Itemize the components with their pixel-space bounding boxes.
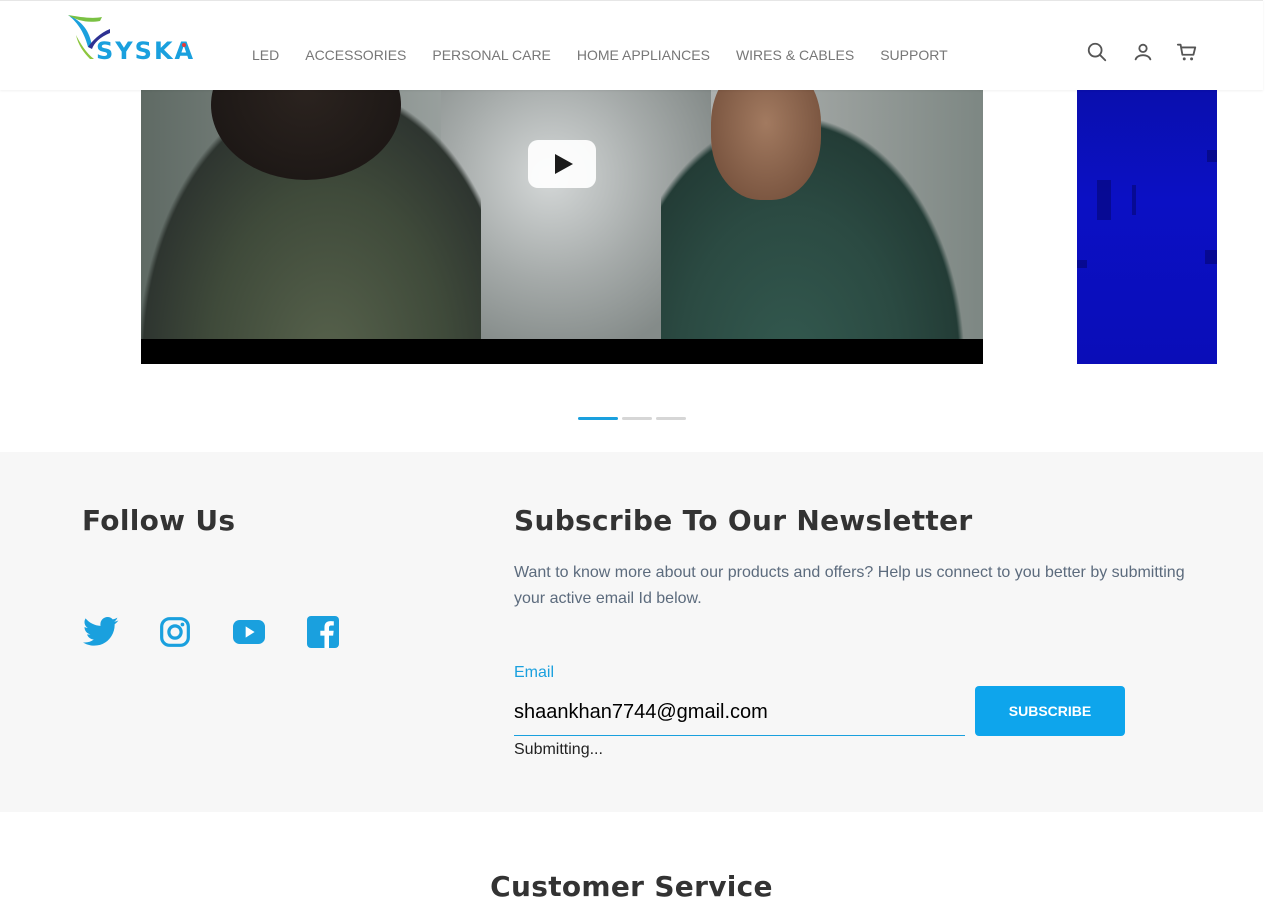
- search-icon[interactable]: [1086, 41, 1108, 63]
- newsletter-description: Want to know more about our products and…: [514, 564, 1185, 607]
- newsletter-heading: Subscribe To Our Newsletter: [514, 504, 973, 537]
- nav-item-personal-care[interactable]: PERSONAL CARE: [432, 47, 551, 63]
- facebook-link[interactable]: [304, 616, 342, 648]
- slide-decoration: [1207, 150, 1217, 162]
- slide-decoration: [1205, 250, 1217, 264]
- nav-item-led[interactable]: LED: [252, 47, 279, 63]
- facebook-icon: [307, 616, 339, 648]
- play-icon: [555, 154, 573, 174]
- instagram-icon: [160, 617, 190, 647]
- play-button[interactable]: [528, 140, 596, 188]
- video-frame-person-right: [661, 90, 983, 339]
- hero-carousel: [0, 90, 1263, 452]
- carousel-dot-1[interactable]: [578, 417, 618, 420]
- subscribe-button[interactable]: SUBSCRIBE: [975, 686, 1125, 736]
- youtube-link[interactable]: [230, 616, 268, 648]
- nav-item-support[interactable]: SUPPORT: [880, 47, 947, 63]
- brand-wordmark: SYSKA: [96, 37, 196, 65]
- youtube-icon: [233, 620, 265, 644]
- email-label: Email: [514, 664, 555, 681]
- video-frame-person-right-head: [711, 90, 821, 200]
- video-player[interactable]: [141, 90, 983, 364]
- follow-newsletter-section: Follow Us Subscribe To Our Newsletter Wa…: [0, 452, 1263, 812]
- follow-us-heading: Follow Us: [82, 504, 236, 537]
- syska-logo[interactable]: SYSKA: [66, 13, 193, 65]
- site-header: SYSKA LED ACCESSORIES PERSONAL CARE HOME…: [0, 0, 1263, 90]
- social-links: [82, 616, 378, 648]
- carousel-dot-3[interactable]: [656, 417, 686, 420]
- nav-item-wires-cables[interactable]: WIRES & CABLES: [736, 47, 854, 63]
- instagram-link[interactable]: [156, 616, 194, 648]
- next-slide-preview[interactable]: [1077, 90, 1217, 364]
- video-letterbox: [141, 339, 983, 364]
- email-input[interactable]: [514, 690, 965, 736]
- logo-dot: [182, 43, 186, 47]
- twitter-link[interactable]: [82, 616, 120, 648]
- slide-decoration: [1132, 185, 1136, 215]
- main-nav: LED ACCESSORIES PERSONAL CARE HOME APPLI…: [252, 47, 974, 63]
- slide-decoration: [1097, 180, 1111, 220]
- header-actions: [1086, 41, 1198, 63]
- twitter-icon: [83, 617, 119, 646]
- carousel-dot-2[interactable]: [622, 417, 652, 420]
- page: SYSKA LED ACCESSORIES PERSONAL CARE HOME…: [0, 0, 1280, 910]
- carousel-pagination: [578, 417, 686, 420]
- nav-item-accessories[interactable]: ACCESSORIES: [305, 47, 406, 63]
- user-icon[interactable]: [1132, 41, 1154, 63]
- nav-item-home-appliances[interactable]: HOME APPLIANCES: [577, 47, 710, 63]
- cart-icon[interactable]: [1176, 41, 1198, 63]
- page-scrollbar[interactable]: [1263, 0, 1280, 910]
- submit-status-text: Submitting...: [514, 741, 603, 758]
- customer-service-heading: Customer Service: [490, 870, 773, 903]
- slide-decoration: [1077, 260, 1087, 268]
